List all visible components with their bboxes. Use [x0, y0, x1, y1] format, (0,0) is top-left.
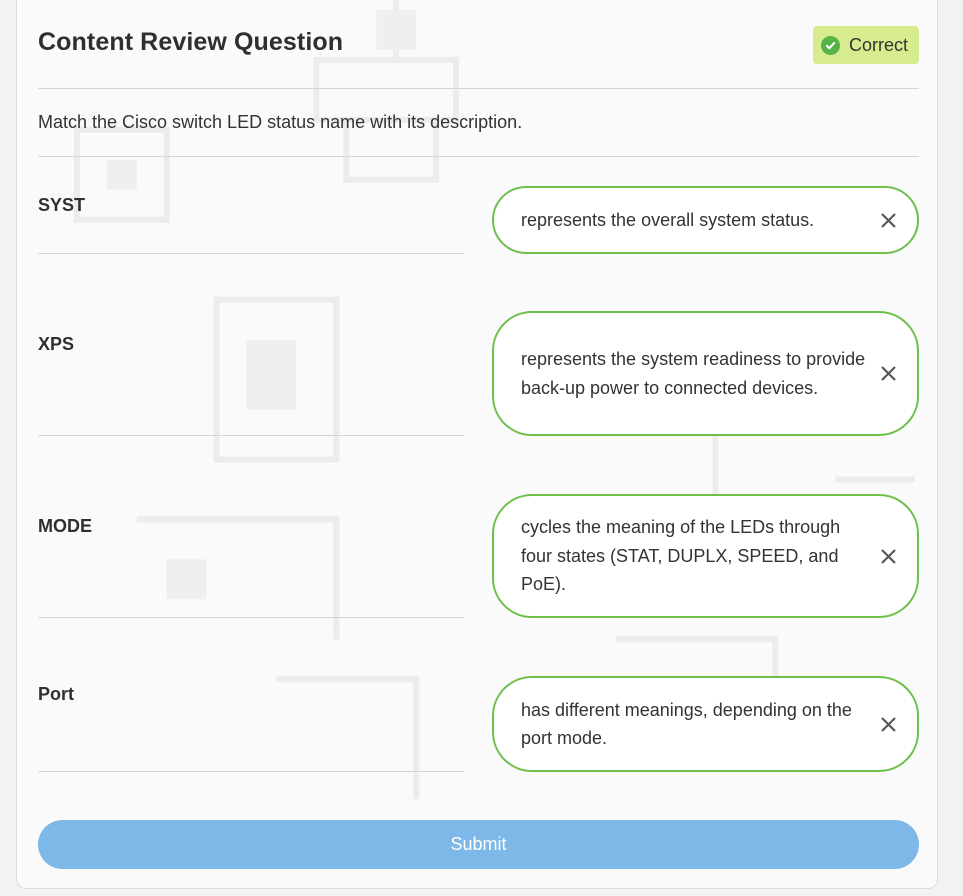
- check-circle-icon: [820, 35, 840, 55]
- close-icon[interactable]: [877, 713, 899, 735]
- question-header: Content Review Question Correct: [38, 22, 919, 89]
- match-answer-port[interactable]: has different meanings, depending on the…: [492, 676, 919, 772]
- match-label-syst: SYST: [38, 157, 464, 254]
- submit-button[interactable]: Submit: [38, 820, 919, 869]
- match-answer-text: cycles the meaning of the LEDs through f…: [521, 517, 841, 595]
- match-label-mode: MODE: [38, 436, 464, 618]
- page-title: Content Review Question: [38, 28, 344, 56]
- close-icon[interactable]: [877, 209, 899, 231]
- match-answer-xps[interactable]: represents the system readiness to provi…: [492, 311, 919, 436]
- match-label-port: Port: [38, 618, 464, 772]
- match-answer-text: represents the overall system status.: [521, 209, 815, 230]
- match-answer-text: has different meanings, depending on the…: [521, 699, 852, 749]
- close-icon[interactable]: [877, 545, 899, 567]
- question-prompt: Match the Cisco switch LED status name w…: [38, 89, 919, 157]
- close-icon[interactable]: [877, 363, 899, 385]
- status-label: Correct: [848, 34, 908, 55]
- status-badge: Correct: [812, 26, 919, 64]
- match-label-xps: XPS: [38, 254, 464, 436]
- question-card: Content Review Question Correct Match th…: [16, 0, 938, 889]
- match-answer-mode[interactable]: cycles the meaning of the LEDs through f…: [492, 494, 919, 618]
- match-answer-text: represents the system readiness to provi…: [521, 349, 866, 398]
- match-answer-syst[interactable]: represents the overall system status.: [492, 186, 919, 254]
